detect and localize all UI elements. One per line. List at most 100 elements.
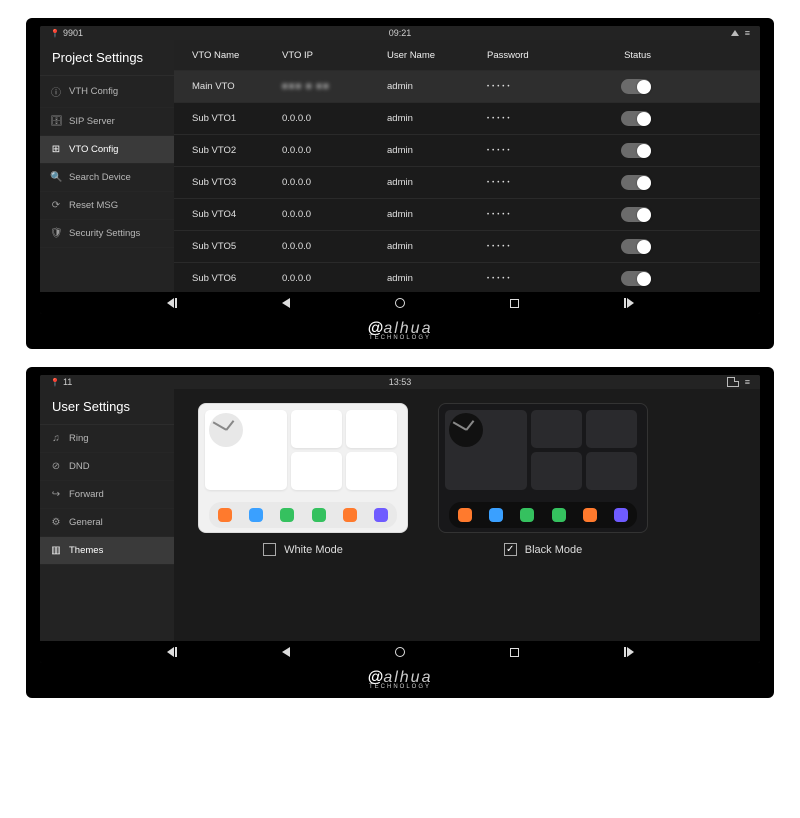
menu-icon[interactable]: ≡: [745, 377, 750, 387]
sidebar-item-sip-server[interactable]: 🗄SIP Server: [40, 108, 174, 136]
status-left-label: 11: [63, 377, 72, 387]
col-name: VTO Name: [192, 50, 282, 61]
status-time: 09:21: [389, 28, 412, 38]
sidebar-title: Project Settings: [40, 40, 174, 76]
sidebar-item-label: General: [69, 517, 103, 528]
sidebar-item-label: Search Device: [69, 172, 131, 183]
brand-logo: @alhua TECHNOLOGY: [40, 314, 760, 343]
nav-back-icon[interactable]: [282, 298, 290, 308]
dock-app-icon: [458, 508, 472, 522]
cell-user: admin: [387, 81, 487, 92]
white-mode-checkbox[interactable]: [263, 543, 276, 556]
nav-prev-icon[interactable]: [167, 647, 177, 657]
table-row[interactable]: Sub VTO20.0.0.0admin•••••: [174, 134, 760, 166]
cell-user: admin: [387, 177, 487, 188]
cell-password: •••••: [487, 180, 587, 186]
table-row[interactable]: Sub VTO60.0.0.0admin•••••: [174, 262, 760, 294]
table-header: VTO Name VTO IP User Name Password Statu…: [174, 40, 760, 70]
cell-password: •••••: [487, 84, 587, 90]
theme-black-preview[interactable]: [438, 403, 648, 533]
table-row[interactable]: Sub VTO40.0.0.0admin•••••: [174, 198, 760, 230]
theme-white-preview[interactable]: [198, 403, 408, 533]
status-bar: 📍 11 13:53 ≡: [40, 375, 760, 389]
cell-user: admin: [387, 273, 487, 284]
cell-name: Sub VTO5: [192, 241, 282, 252]
sidebar-item-label: Forward: [69, 489, 104, 500]
status-left-label: 9901: [63, 28, 83, 38]
nav-recent-icon[interactable]: [510, 648, 519, 657]
sidebar-item-label: Security Settings: [69, 228, 140, 239]
content-area: White Mode: [174, 389, 760, 641]
cell-ip: 0.0.0.0: [282, 241, 387, 252]
status-toggle[interactable]: [621, 79, 651, 94]
col-status: Status: [587, 50, 657, 61]
black-mode-label: Black Mode: [525, 544, 582, 556]
android-nav-bar: [40, 292, 760, 314]
device-frame: 📍 11 13:53 ≡ User Settings ♫ Ring ⊘DND↪For…: [26, 367, 774, 698]
cell-user: admin: [387, 241, 487, 252]
dock-app-icon: [520, 508, 534, 522]
status-time: 13:53: [389, 377, 412, 387]
sidebar: User Settings ♫ Ring ⊘DND↪Forward⚙General▥…: [40, 389, 174, 641]
cell-name: Sub VTO4: [192, 209, 282, 220]
cell-password: •••••: [487, 276, 587, 282]
sidebar-title: User Settings: [40, 389, 174, 425]
location-icon: 📍: [50, 29, 60, 38]
cell-ip: ■■■ ■ ■■: [282, 81, 387, 92]
sidebar-item-icon: 🛡: [50, 228, 62, 239]
sidebar-item-reset-msg[interactable]: ⟳Reset MSG: [40, 192, 174, 220]
sidebar-item-icon: ♫: [50, 433, 62, 444]
sidebar-item-icon: ⓘ: [50, 84, 62, 99]
status-toggle[interactable]: [621, 143, 651, 158]
cell-ip: 0.0.0.0: [282, 209, 387, 220]
nav-next-icon[interactable]: [624, 647, 634, 657]
cell-ip: 0.0.0.0: [282, 113, 387, 124]
cell-name: Sub VTO1: [192, 113, 282, 124]
dock-app-icon: [218, 508, 232, 522]
dock-app-icon: [249, 508, 263, 522]
sidebar-item-label: Reset MSG: [69, 200, 118, 211]
sidebar-item-search-device[interactable]: 🔍 Search Device: [40, 164, 174, 192]
table-row[interactable]: Sub VTO30.0.0.0admin•••••: [174, 166, 760, 198]
sdcard-icon: [727, 377, 739, 387]
menu-icon[interactable]: ≡: [745, 28, 750, 38]
sidebar-item-security-settings[interactable]: 🛡 Security Settings: [40, 220, 174, 248]
cell-password: •••••: [487, 148, 587, 154]
content-area: VTO Name VTO IP User Name Password Statu…: [174, 40, 760, 292]
status-toggle[interactable]: [621, 207, 651, 222]
sidebar-item-ring[interactable]: ♫ Ring: [40, 425, 174, 453]
dock-app-icon: [312, 508, 326, 522]
cell-name: Sub VTO6: [192, 273, 282, 284]
nav-home-icon[interactable]: [395, 298, 405, 308]
theme-black-card: Black Mode: [438, 403, 648, 556]
nav-home-icon[interactable]: [395, 647, 405, 657]
status-toggle[interactable]: [621, 239, 651, 254]
table-row[interactable]: Sub VTO10.0.0.0admin•••••: [174, 102, 760, 134]
sidebar-item-vto-config[interactable]: ⊞VTO Config: [40, 136, 174, 164]
sidebar-item-dnd[interactable]: ⊘DND: [40, 453, 174, 481]
cell-name: Main VTO: [192, 81, 282, 92]
black-mode-checkbox[interactable]: [504, 543, 517, 556]
cell-name: Sub VTO3: [192, 177, 282, 188]
nav-next-icon[interactable]: [624, 298, 634, 308]
nav-recent-icon[interactable]: [510, 299, 519, 308]
nav-prev-icon[interactable]: [167, 298, 177, 308]
status-toggle[interactable]: [621, 271, 651, 286]
sidebar-item-icon: ⊞: [50, 144, 62, 155]
dock-app-icon: [343, 508, 357, 522]
table-row[interactable]: Sub VTO50.0.0.0admin•••••: [174, 230, 760, 262]
table-row[interactable]: Main VTO■■■ ■ ■■admin•••••: [174, 70, 760, 102]
cell-name: Sub VTO2: [192, 145, 282, 156]
sidebar-item-label: SIP Server: [69, 116, 115, 127]
sidebar-item-general[interactable]: ⚙General: [40, 509, 174, 537]
status-toggle[interactable]: [621, 111, 651, 126]
sidebar-item-icon: 🔍: [50, 172, 62, 183]
cell-password: •••••: [487, 212, 587, 218]
nav-back-icon[interactable]: [282, 647, 290, 657]
status-toggle[interactable]: [621, 175, 651, 190]
sidebar-item-forward[interactable]: ↪Forward: [40, 481, 174, 509]
sidebar-item-vth-config[interactable]: ⓘVTH Config: [40, 76, 174, 108]
sidebar-item-themes[interactable]: ▥Themes: [40, 537, 174, 565]
screen: 📍 11 13:53 ≡ User Settings ♫ Ring ⊘DND↪For…: [40, 375, 760, 663]
sidebar-item-label: Ring: [69, 433, 89, 444]
